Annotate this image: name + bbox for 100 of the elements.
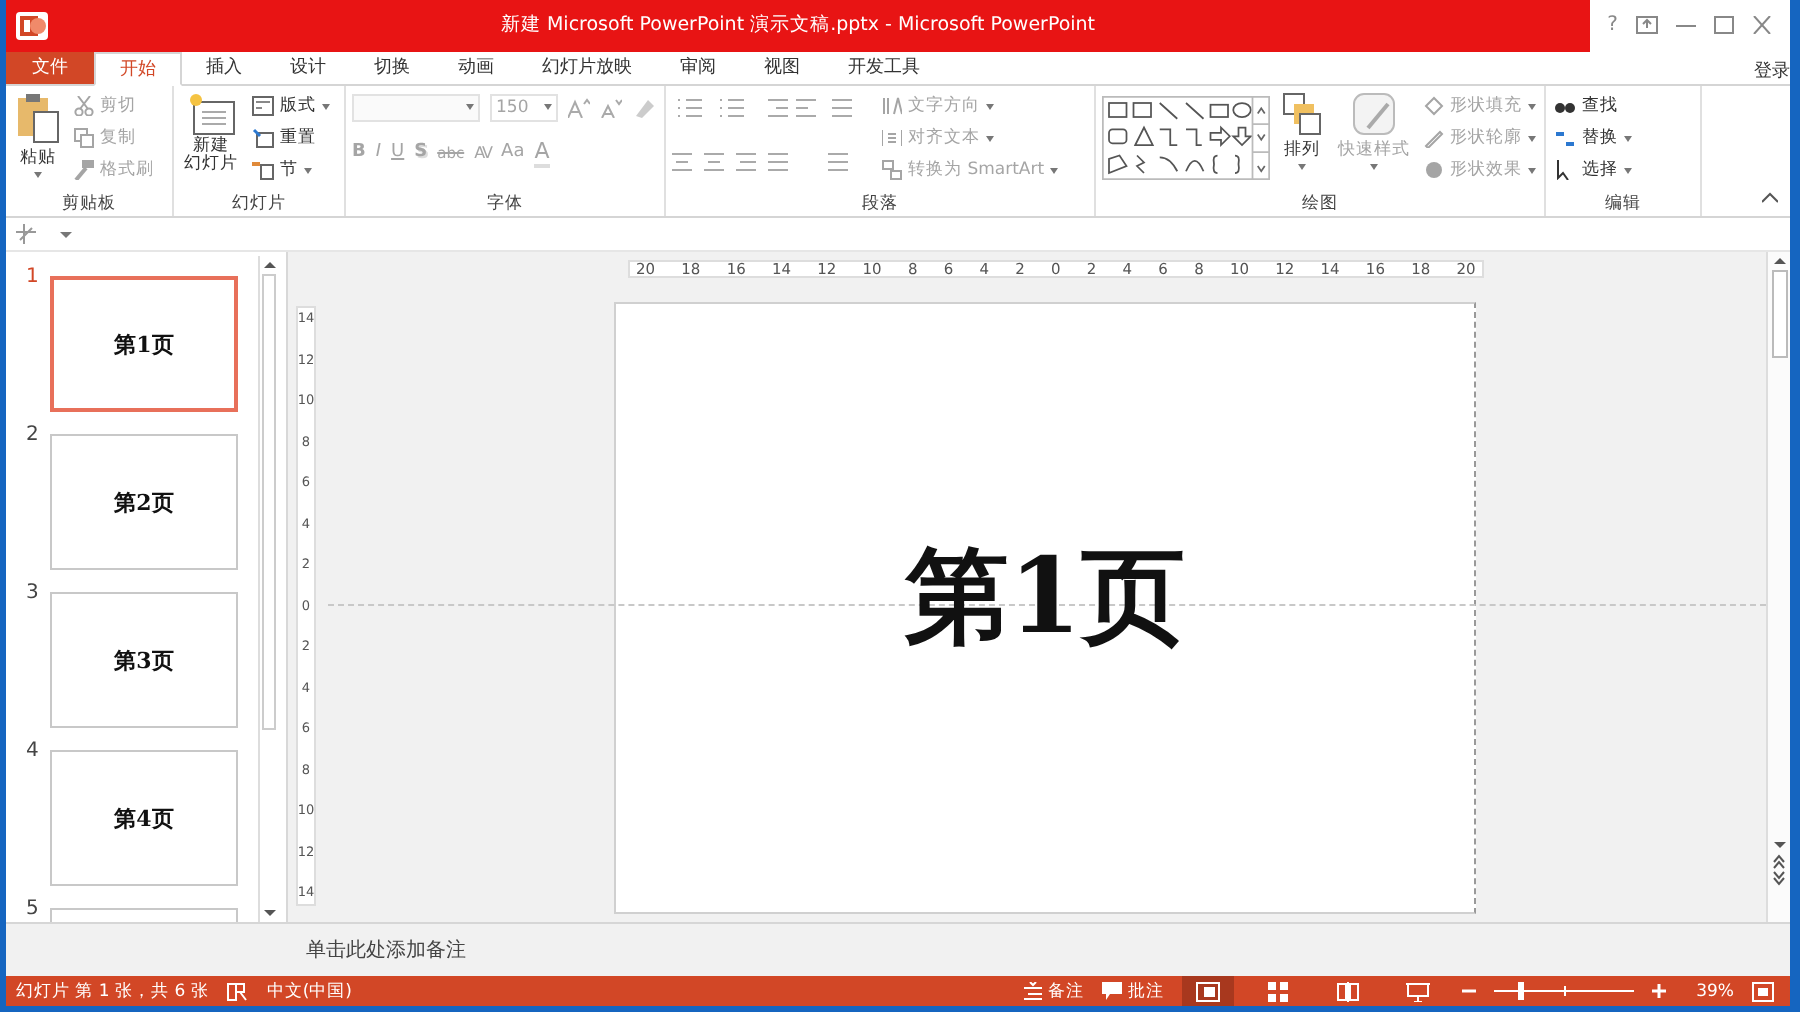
- previous-next-slide-icon[interactable]: [1772, 854, 1786, 887]
- caret-icon: [1528, 103, 1536, 110]
- ribbon-tab[interactable]: 幻灯片放映: [518, 51, 656, 84]
- caret-icon: [1624, 135, 1632, 142]
- ribbon-tab[interactable]: 审阅: [656, 51, 740, 84]
- slide-title: 第1页: [114, 329, 174, 360]
- slide-thumbnail[interactable]: 第1页: [50, 276, 238, 413]
- ribbon-tab[interactable]: 切换: [350, 51, 434, 84]
- slide-thumbnail[interactable]: 第4页: [50, 750, 238, 887]
- window-title: 新建 Microsoft PowerPoint 演示文稿.pptx - Microsoft PowerPoint: [500, 12, 1096, 39]
- scissors-icon: [74, 96, 94, 117]
- slide-thumbnail[interactable]: 第3页: [50, 592, 238, 729]
- zoom-percent[interactable]: 39%: [1696, 981, 1734, 1002]
- scroll-down-icon[interactable]: [263, 910, 275, 917]
- slide-number: 2: [26, 424, 41, 447]
- group-label: 绘图: [1302, 192, 1338, 217]
- caret-icon: [1528, 167, 1536, 174]
- caret-icon: [544, 104, 552, 111]
- normal-view-icon: [1196, 981, 1221, 1002]
- collapse-ribbon-icon[interactable]: [1762, 192, 1778, 205]
- clipboard-icon: [16, 91, 60, 144]
- zoom-in-icon[interactable]: [1652, 984, 1667, 999]
- caret-icon: [1370, 163, 1378, 170]
- book-icon: [1336, 981, 1361, 1002]
- grid-icon: [1266, 981, 1291, 1002]
- group-label: 编辑: [1605, 192, 1641, 217]
- caret-icon: [986, 135, 994, 142]
- group-label: 剪贴板: [62, 192, 116, 217]
- stacked-squares-icon: [1282, 91, 1322, 136]
- brush-icon: [74, 160, 94, 181]
- caret-icon: [1528, 135, 1536, 142]
- arrange-button[interactable]: 排列: [1278, 89, 1326, 172]
- section-icon: [252, 160, 274, 181]
- slide-number: 5: [26, 898, 41, 921]
- paste-button[interactable]: 粘贴: [12, 89, 64, 180]
- find-button[interactable]: 查找: [1552, 93, 1634, 120]
- ribbon-display-icon[interactable]: [1636, 16, 1658, 35]
- ribbon-tab[interactable]: 动画: [434, 51, 518, 84]
- ribbon-tab[interactable]: 插入: [182, 51, 266, 84]
- normal-view-button[interactable]: [1182, 976, 1235, 1007]
- grow-font-icon[interactable]: [568, 97, 590, 118]
- maximize-icon[interactable]: [1714, 16, 1735, 35]
- ribbon-tab[interactable]: 视图: [740, 51, 824, 84]
- scrollbar[interactable]: [1766, 252, 1790, 923]
- scroll-up-icon[interactable]: [263, 262, 275, 269]
- reset-button[interactable]: 重置: [250, 125, 332, 152]
- scroll-up-icon[interactable]: [1773, 258, 1785, 265]
- caret-icon: [1050, 167, 1059, 174]
- ribbon-tab[interactable]: 设计: [266, 51, 350, 84]
- file-tab[interactable]: 文件: [6, 51, 94, 84]
- language-text[interactable]: 中文(中国): [266, 979, 352, 1004]
- slide-title: 第4页: [114, 803, 174, 834]
- brush-icon: [1352, 91, 1396, 136]
- new-slide-button[interactable]: 新建 幻灯片: [180, 89, 242, 179]
- slide-title[interactable]: 第1页: [904, 528, 1186, 669]
- slide-count-text: 幻灯片 第 1 张，共 6 张: [16, 979, 209, 1004]
- slide-canvas[interactable]: 第1页: [614, 302, 1476, 915]
- align-text-icon: [882, 128, 902, 149]
- scrollbar-thumb[interactable]: [262, 274, 276, 731]
- text-direction-icon: [882, 96, 902, 117]
- layout-icon: [252, 96, 274, 117]
- pin-icon[interactable]: [16, 224, 36, 245]
- caret-icon: [34, 171, 42, 178]
- help-button[interactable]: ?: [1607, 14, 1618, 37]
- zoom-out-icon[interactable]: [1462, 984, 1477, 999]
- caret-icon: [466, 104, 474, 111]
- scroll-down-icon[interactable]: [1773, 842, 1785, 849]
- fit-slide-icon[interactable]: [1752, 981, 1774, 1002]
- slide-thumbnail[interactable]: 第2页: [50, 434, 238, 571]
- spelling-check-icon[interactable]: [226, 981, 249, 1002]
- select-button[interactable]: 选择: [1552, 157, 1634, 184]
- sign-in-link[interactable]: 登录: [1754, 57, 1790, 84]
- customize-caret-icon[interactable]: [60, 231, 72, 238]
- slide-icon: [187, 91, 235, 136]
- replace-button[interactable]: 替换: [1552, 125, 1634, 152]
- comments-toggle[interactable]: 批注: [1102, 979, 1165, 1004]
- caret-icon: [322, 103, 330, 110]
- zoom-slider-thumb[interactable]: [1517, 982, 1524, 1001]
- ribbon-tab[interactable]: 开发工具: [824, 51, 944, 84]
- layout-button[interactable]: 版式: [250, 93, 332, 120]
- app-icon[interactable]: [14, 9, 50, 42]
- shrink-font-icon[interactable]: [600, 97, 622, 118]
- section-button[interactable]: 节: [250, 157, 332, 184]
- slide-number: 3: [26, 582, 41, 605]
- notes-toggle[interactable]: 备注: [1024, 979, 1085, 1004]
- group-label: 字体: [487, 192, 523, 217]
- caret-icon: [304, 167, 312, 174]
- notes-pane[interactable]: 单击此处添加备注: [6, 922, 1790, 977]
- ribbon-tab[interactable]: 开始: [94, 51, 182, 86]
- notes-icon: [1024, 982, 1043, 1001]
- notes-field[interactable]: 单击此处添加备注: [298, 924, 1790, 977]
- close-icon[interactable]: [1752, 16, 1773, 35]
- effects-icon: [1424, 160, 1444, 181]
- replace-icon: [1554, 128, 1576, 149]
- caret-icon: [986, 103, 994, 110]
- caret-icon: [1624, 167, 1632, 174]
- comment-icon: [1102, 982, 1123, 1001]
- reset-icon: [252, 128, 274, 149]
- scrollbar-thumb[interactable]: [1771, 270, 1787, 359]
- scrollbar[interactable]: [258, 256, 278, 923]
